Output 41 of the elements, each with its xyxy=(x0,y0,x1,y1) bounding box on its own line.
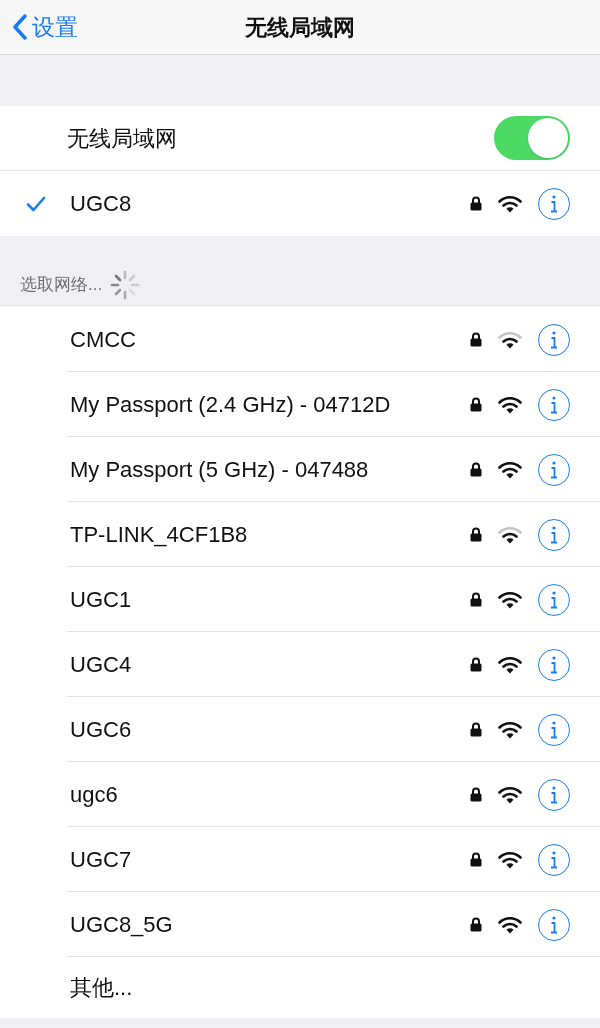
network-row[interactable]: UGC8_5G xyxy=(0,892,600,957)
info-icon xyxy=(549,589,559,610)
info-icon xyxy=(549,394,559,415)
other-network-item[interactable]: 其他... xyxy=(70,971,133,1004)
info-icon xyxy=(549,914,559,935)
network-name: UGC8_5G xyxy=(70,911,174,939)
back-button[interactable]: 设置 xyxy=(0,9,78,45)
network-name: My Passport (5 GHz) - 047488 xyxy=(70,456,370,484)
network-row[interactable]: ugc6 xyxy=(0,762,600,827)
network-row[interactable]: UGC4 xyxy=(0,632,600,697)
network-name: ugc6 xyxy=(70,781,119,809)
info-icon xyxy=(549,719,559,740)
section-header: 选取网络... xyxy=(20,273,103,296)
network-row[interactable]: UGC7 xyxy=(0,827,600,892)
network-name: UGC6 xyxy=(70,716,133,744)
info-icon xyxy=(549,784,559,805)
network-row[interactable]: UGC1 xyxy=(0,567,600,632)
network-name: TP-LINK_4CF1B8 xyxy=(70,521,249,549)
network-name: UGC8 xyxy=(70,190,133,218)
info-icon xyxy=(549,329,559,350)
network-row[interactable]: CMCC xyxy=(0,307,600,372)
info-icon xyxy=(549,524,559,545)
wifi-toggle[interactable] xyxy=(494,116,570,160)
info-icon xyxy=(549,459,559,480)
page-title: 无线局域网 xyxy=(245,13,355,42)
info-icon xyxy=(549,849,559,870)
info-icon xyxy=(549,654,559,675)
network-name: UGC4 xyxy=(70,651,133,679)
network-name: UGC1 xyxy=(70,586,133,614)
network-row[interactable]: My Passport (5 GHz) - 047488 xyxy=(0,437,600,502)
chevron-left-icon xyxy=(12,14,28,40)
network-row[interactable]: UGC8 xyxy=(0,171,600,236)
network-row[interactable]: UGC6 xyxy=(0,697,600,762)
network-name: CMCC xyxy=(70,326,137,354)
wifi-label: 无线局域网 xyxy=(67,124,178,153)
network-row[interactable]: TP-LINK_4CF1B8 xyxy=(0,502,600,567)
info-icon xyxy=(549,193,559,214)
spinner-icon xyxy=(110,270,141,300)
network-name: UGC7 xyxy=(70,846,133,874)
network-row[interactable]: My Passport (2.4 GHz) - 04712D xyxy=(0,372,600,437)
network-name: My Passport (2.4 GHz) - 04712D xyxy=(70,391,392,419)
